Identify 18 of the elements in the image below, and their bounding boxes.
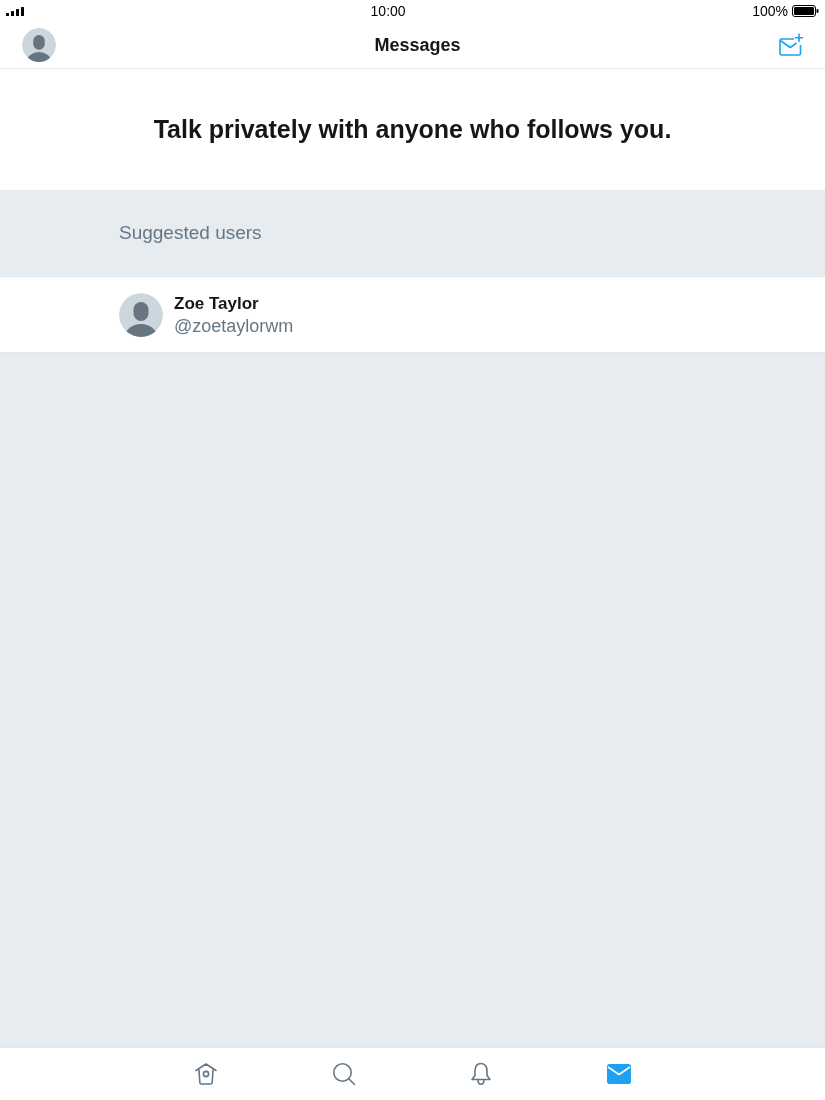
section-header: Suggested users (119, 220, 262, 245)
profile-avatar[interactable] (22, 28, 56, 62)
user-avatar (119, 292, 163, 337)
compose-button[interactable] (779, 33, 803, 57)
envelope-plus-icon (779, 33, 803, 57)
envelope-icon (606, 1064, 631, 1084)
user-name: Zoe Taylor (174, 292, 260, 315)
signal-icon (6, 6, 24, 16)
birdhouse-icon (194, 1062, 219, 1086)
empty-state-heading: Talk privately with anyone who follows you. (153, 113, 672, 145)
bell-icon (469, 1062, 494, 1086)
status-time: 10:00 (370, 4, 406, 18)
search-icon (331, 1062, 356, 1086)
battery-percentage: 100% (752, 4, 788, 18)
battery-icon (792, 5, 819, 17)
page-title: Messages (374, 33, 461, 57)
user-handle: @zoetaylorwm (174, 314, 294, 337)
user-list-item[interactable]: Zoe Taylor @zoetaylorwm (0, 276, 825, 353)
